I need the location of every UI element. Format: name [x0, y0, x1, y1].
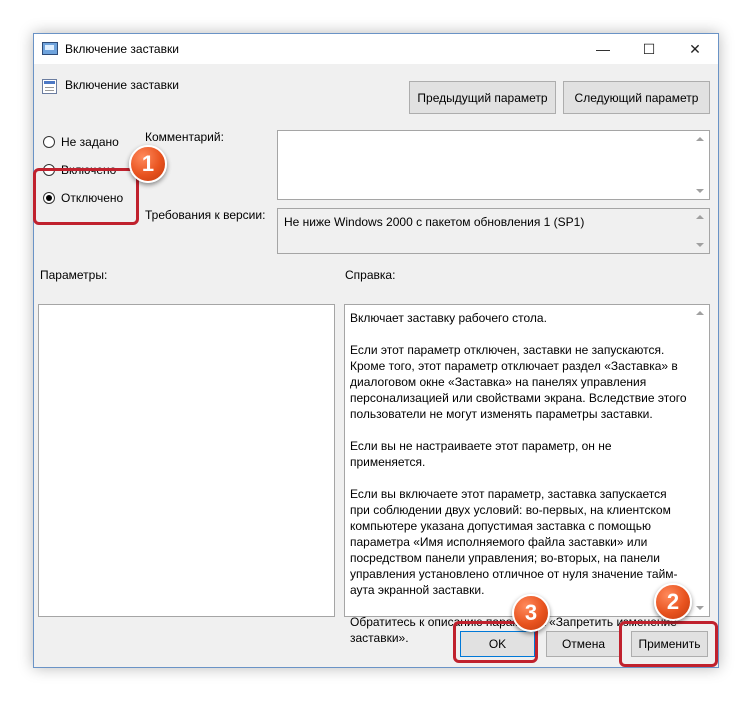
step-badge-1: 1: [129, 145, 167, 183]
requirements-field: Не ниже Windows 2000 с пакетом обновлени…: [277, 208, 710, 254]
close-button[interactable]: ✕: [672, 34, 718, 64]
parameters-label: Параметры:: [40, 268, 108, 282]
step-badge-2: 2: [654, 583, 692, 621]
help-label: Справка:: [345, 268, 396, 282]
help-paragraph: Если вы включаете этот параметр, заставк…: [350, 487, 678, 597]
radio-not-configured-circle[interactable]: [43, 136, 55, 148]
highlight-disabled-option: [33, 168, 139, 225]
policy-name: Включение заставки: [65, 78, 179, 92]
scroll-up-arrow-icon[interactable]: [696, 215, 704, 219]
app-icon: [42, 42, 58, 55]
scroll-up-arrow-icon[interactable]: [696, 137, 704, 141]
previous-setting-button[interactable]: Предыдущий параметр: [409, 81, 556, 114]
window-title: Включение заставки: [65, 42, 179, 56]
parameters-panel: [38, 304, 335, 617]
requirements-label: Требования к версии:: [145, 208, 266, 222]
requirements-value: Не ниже Windows 2000 с пакетом обновлени…: [284, 215, 585, 229]
help-panel: Включает заставку рабочего стола. Если э…: [344, 304, 710, 645]
scroll-down-arrow-icon[interactable]: [696, 189, 704, 193]
comment-textarea[interactable]: [277, 130, 710, 200]
title-bar: Включение заставки — ☐ ✕: [34, 34, 718, 64]
help-scrollbar[interactable]: [692, 305, 709, 616]
policy-setting-icon: [42, 79, 57, 94]
scroll-down-arrow-icon[interactable]: [696, 606, 704, 610]
minimize-button[interactable]: —: [580, 34, 626, 64]
maximize-button[interactable]: ☐: [626, 34, 672, 64]
scroll-up-arrow-icon[interactable]: [696, 311, 704, 315]
help-paragraph: Если этот параметр отключен, заставки не…: [350, 343, 687, 421]
step-badge-3: 3: [512, 594, 550, 632]
radio-not-configured-label: Не задано: [61, 135, 119, 149]
next-setting-button[interactable]: Следующий параметр: [563, 81, 710, 114]
help-paragraph: Если вы не настраиваете этот параметр, о…: [350, 439, 612, 469]
policy-dialog: Включение заставки — ☐ ✕ Включение заста…: [33, 33, 719, 668]
help-paragraph: Включает заставку рабочего стола.: [350, 311, 547, 325]
requirements-scrollbar[interactable]: [692, 209, 709, 253]
radio-not-configured[interactable]: Не задано: [43, 135, 119, 149]
highlight-apply-button: [619, 621, 718, 667]
scroll-down-arrow-icon[interactable]: [696, 243, 704, 247]
comment-scrollbar[interactable]: [692, 131, 709, 199]
cancel-button[interactable]: Отмена: [546, 631, 621, 657]
comment-label: Комментарий:: [145, 130, 224, 144]
